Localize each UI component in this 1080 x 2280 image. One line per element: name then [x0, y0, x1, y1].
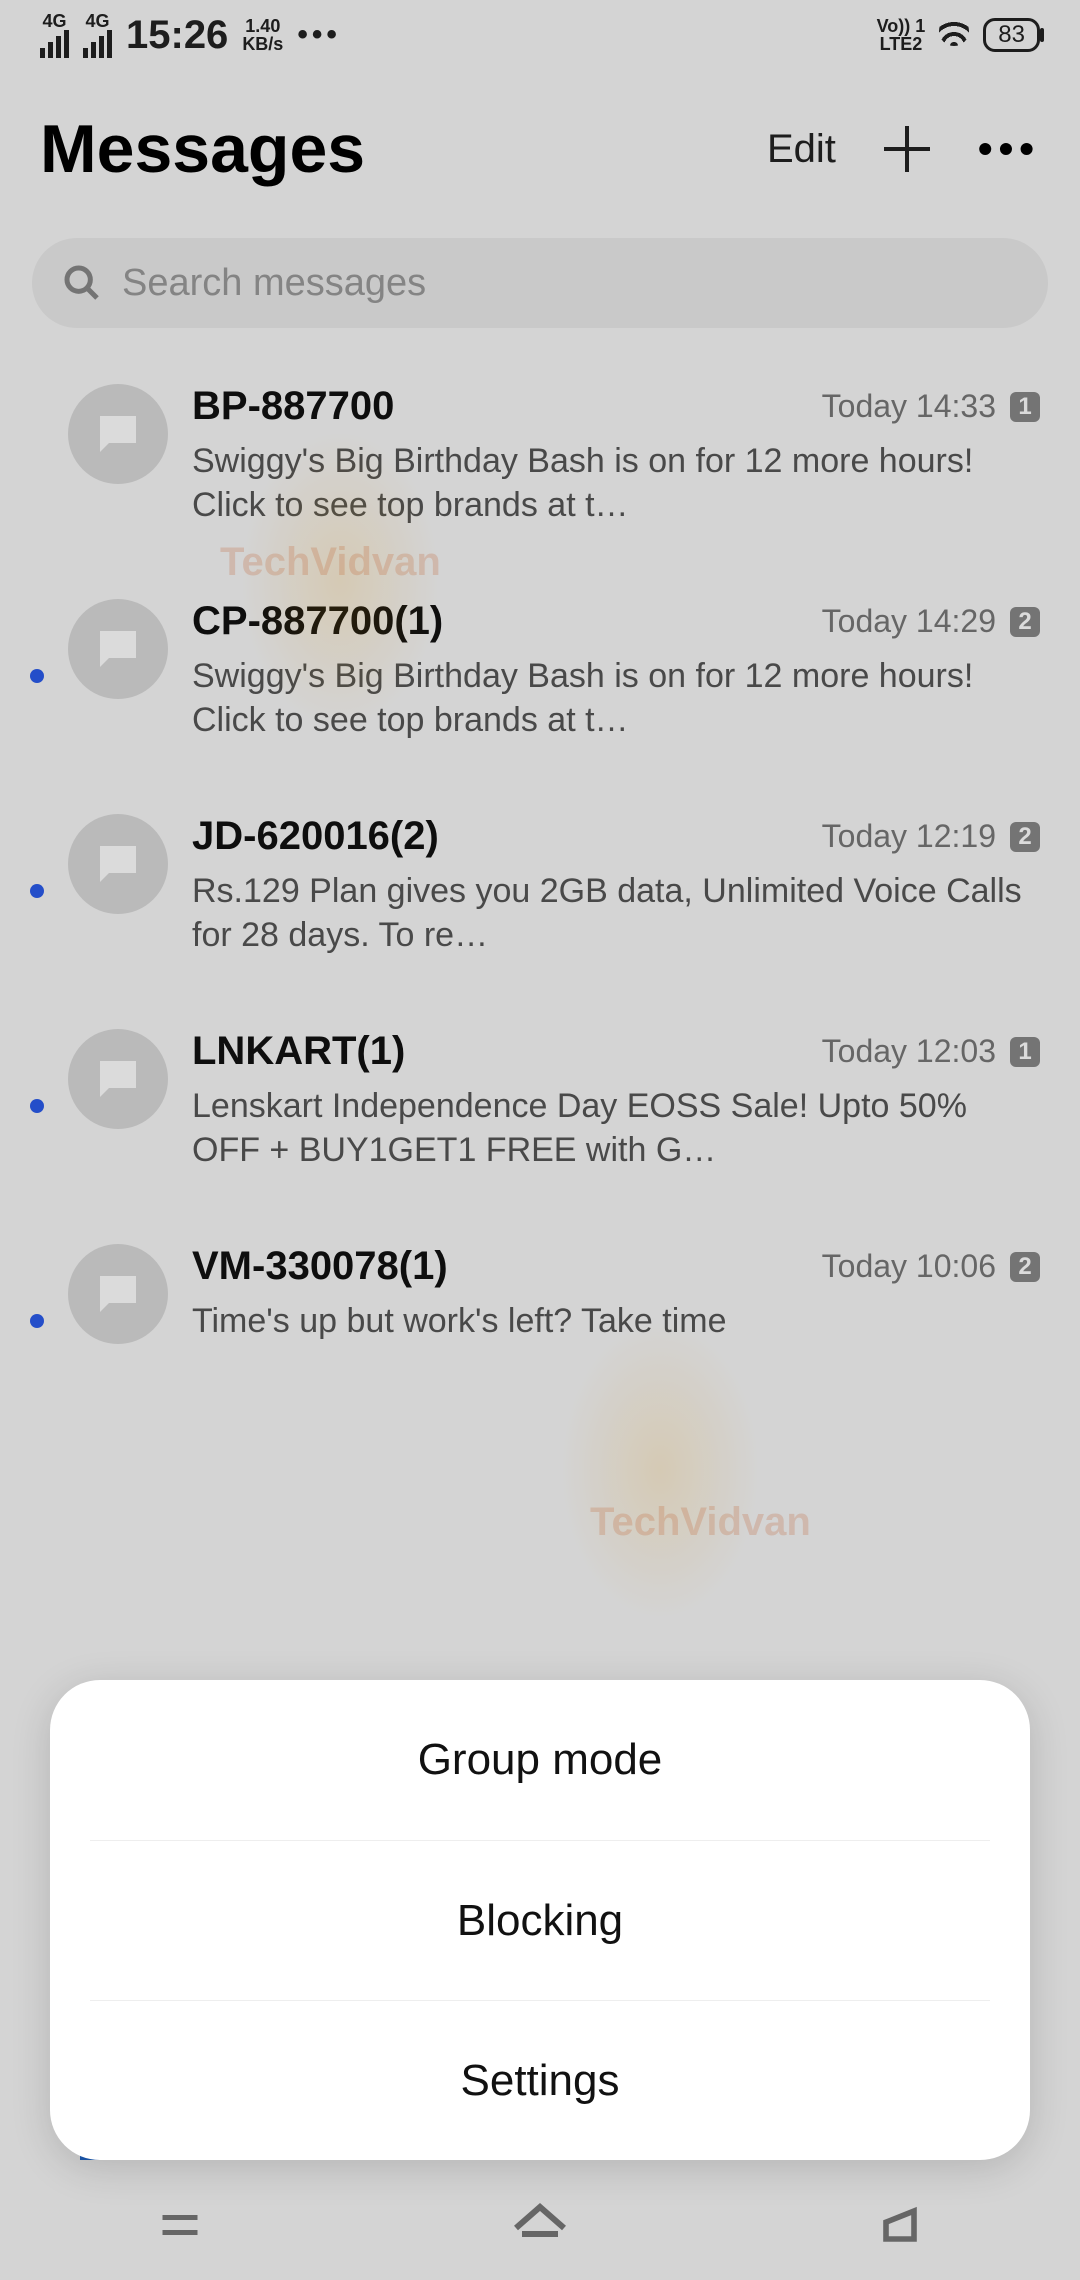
nav-back-button[interactable] — [865, 2190, 935, 2260]
nav-home-button[interactable] — [505, 2190, 575, 2260]
screen: 4G 4G 15:26 1.40KB/s ••• Vo)) 1LTE2 83 M… — [0, 0, 1080, 2280]
menu-item-blocking[interactable]: Blocking — [90, 1840, 990, 2000]
nav-recent-button[interactable] — [145, 2190, 215, 2260]
menu-item-settings[interactable]: Settings — [90, 2000, 990, 2160]
menu-item-group-mode[interactable]: Group mode — [50, 1680, 1030, 1840]
overflow-menu: Group mode Blocking Settings — [50, 1680, 1030, 2160]
system-nav-bar — [0, 2170, 1080, 2280]
